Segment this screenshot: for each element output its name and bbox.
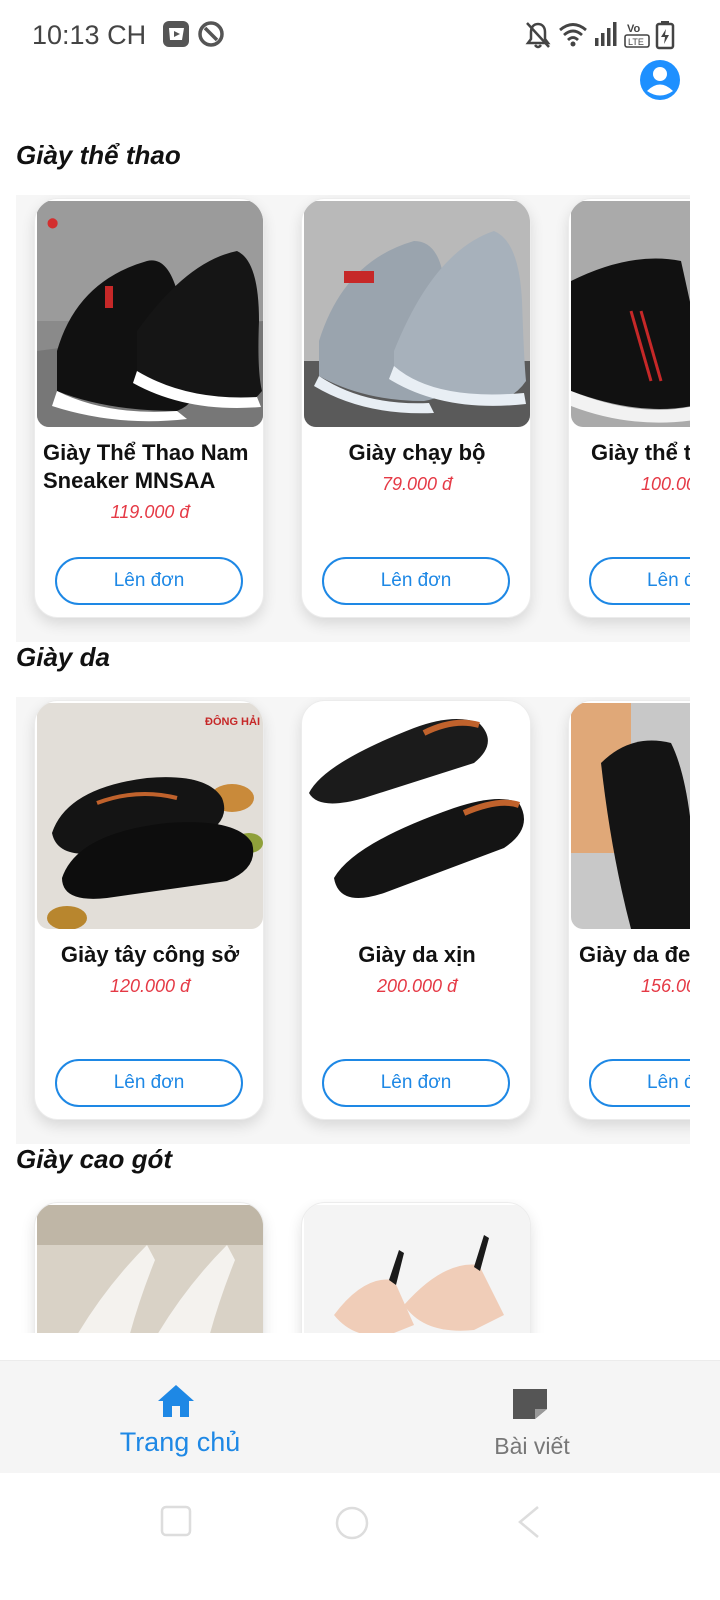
tab-posts[interactable]: Bài viết (352, 1361, 712, 1474)
svg-text:LTE: LTE (628, 37, 644, 47)
order-button[interactable]: Lên đơn (322, 557, 510, 605)
product-price: 200.000 đ (376, 976, 458, 996)
product-image (37, 1205, 263, 1333)
product-card[interactable]: Giày chạy bộ 79.000 đ Lên đơn (301, 198, 531, 618)
order-button[interactable]: Lên đơn (55, 557, 243, 605)
bottom-tab-bar: Trang chủ Bài viết (0, 1360, 720, 1473)
product-name: Giày da xịn (358, 942, 476, 967)
order-button[interactable]: Lên đ (589, 1059, 690, 1107)
volte-icon: Vo LTE (624, 20, 650, 55)
heels-carousel[interactable] (16, 1199, 690, 1333)
status-time: 10:13 CH (32, 20, 147, 50)
product-card[interactable]: Giày da đe 156.00 Lên đ (568, 700, 690, 1120)
product-image (571, 201, 690, 427)
section-title-leather: Giày da (16, 642, 110, 672)
tab-home[interactable]: Trang chủ (0, 1361, 360, 1474)
product-price: 156.00 (641, 976, 690, 996)
product-name: Giày Thể Thao Nam Sneaker MNSAA (43, 440, 249, 493)
product-card[interactable]: Giày da xịn 200.000 đ Lên đơn (301, 700, 531, 1120)
product-price: 100.00 (641, 474, 690, 494)
order-button[interactable]: Lên đơn (55, 1059, 243, 1107)
product-image (304, 1205, 530, 1333)
home-button-icon[interactable] (334, 1505, 370, 1546)
product-card[interactable] (34, 1202, 264, 1333)
svg-text:⬤: ⬤ (47, 218, 58, 229)
product-image (571, 703, 690, 929)
mute-bell-icon (524, 20, 552, 55)
product-image: ⬤ (37, 201, 263, 427)
battery-icon (655, 20, 675, 55)
user-profile-icon[interactable] (640, 60, 680, 100)
section-title-sport: Giày thể thao (16, 140, 181, 170)
tab-posts-label: Bài viết (494, 1433, 570, 1459)
product-image (304, 201, 530, 427)
svg-text:Vo: Vo (627, 23, 641, 35)
product-name: Giày da đe (579, 942, 690, 967)
section-title-heels: Giày cao gót (16, 1144, 173, 1174)
note-icon (510, 1387, 550, 1426)
blocked-app-icon (197, 20, 225, 53)
product-name: Giày chạy bộ (348, 440, 486, 465)
product-price: 120.000 đ (109, 976, 191, 996)
product-name: Giày thể t (591, 440, 690, 465)
product-price: 119.000 đ (110, 502, 190, 522)
recent-apps-icon[interactable] (160, 1505, 192, 1542)
system-nav-bar (0, 1473, 720, 1600)
product-card[interactable]: ⬤ Giày Thể Thao Nam Sneaker MNSAA 119.00… (34, 198, 264, 618)
svg-text:ĐÔNG HẢI: ĐÔNG HẢI (205, 715, 260, 728)
product-image (304, 703, 530, 929)
order-button[interactable]: Lên đ (589, 557, 690, 605)
back-icon[interactable] (516, 1505, 542, 1544)
product-card[interactable]: Giày thể t 100.00 Lên đ (568, 198, 690, 618)
product-list[interactable]: Giày thể thao ⬤ Giày Thể Thao Nam Sneake… (0, 100, 720, 1333)
product-image: ĐÔNG HẢI (37, 703, 263, 929)
product-card[interactable] (301, 1202, 531, 1333)
video-app-icon (162, 20, 190, 53)
product-price: 79.000 đ (381, 474, 453, 494)
home-icon (156, 1383, 196, 1424)
status-bar: 10:13 CH Vo LTE (0, 0, 720, 70)
product-name: Giày tây công sở (60, 942, 240, 967)
wifi-icon (558, 20, 588, 53)
tab-home-label: Trang chủ (119, 1427, 241, 1457)
order-button[interactable]: Lên đơn (322, 1059, 510, 1107)
leather-shoes-carousel[interactable]: ĐÔNG HẢI Giày tây công sở 120.000 đ Lên … (16, 697, 690, 1144)
signal-icon (594, 20, 620, 53)
product-card[interactable]: ĐÔNG HẢI Giày tây công sở 120.000 đ Lên … (34, 700, 264, 1120)
sport-shoes-carousel[interactable]: ⬤ Giày Thể Thao Nam Sneaker MNSAA 119.00… (16, 195, 690, 642)
